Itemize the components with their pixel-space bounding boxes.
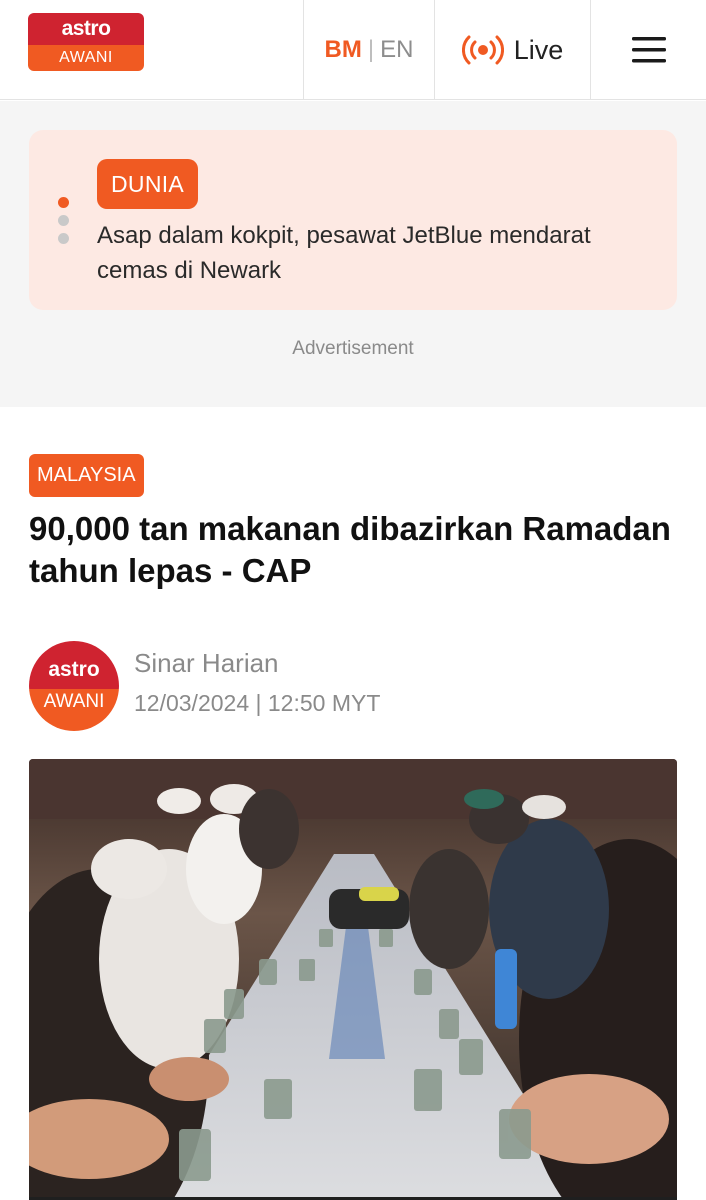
broadcast-icon <box>461 35 504 65</box>
avatar-bottom-text: AWANI <box>29 689 119 731</box>
ticker-dot[interactable] <box>58 215 69 226</box>
logo-top-text: astro <box>28 13 144 45</box>
article-time: 12:50 MYT <box>267 690 381 716</box>
ticker-headline[interactable]: Asap dalam kokpit, pesawat JetBlue menda… <box>97 218 657 288</box>
ticker-dot-active[interactable] <box>58 197 69 208</box>
article-date: 12/03/2024 <box>134 690 250 716</box>
author-name[interactable]: Sinar Harian <box>134 648 279 679</box>
advertisement-label: Advertisement <box>292 338 414 359</box>
article-category-badge[interactable]: MALAYSIA <box>29 454 144 497</box>
article-hero-image <box>29 759 677 1200</box>
article-title: 90,000 tan makanan dibazirkan Ramadan ta… <box>29 510 671 589</box>
hamburger-menu-button[interactable] <box>591 0 706 100</box>
lang-bm-link[interactable]: BM <box>325 36 362 64</box>
dateline-separator: | <box>255 690 262 716</box>
iftar-photo-illustration <box>29 759 677 1200</box>
logo-bottom-text: AWANI <box>28 45 144 71</box>
site-header: astro AWANI BM | EN Live <box>0 0 706 100</box>
ticker-dot[interactable] <box>58 233 69 244</box>
live-button[interactable]: Live <box>435 0 590 100</box>
lang-en-link[interactable]: EN <box>380 36 413 64</box>
live-label: Live <box>513 34 564 65</box>
ticker-pagination <box>58 197 69 251</box>
author-avatar: astro AWANI <box>29 641 119 731</box>
hamburger-icon <box>631 37 666 63</box>
avatar-top-text: astro <box>29 641 119 689</box>
ticker-category-badge[interactable]: DUNIA <box>97 159 199 209</box>
language-switcher: BM | EN <box>304 0 434 100</box>
astro-awani-logo[interactable]: astro AWANI <box>28 13 144 71</box>
lang-separator: | <box>367 36 375 63</box>
article-dateline: 12/03/2024 | 12:50 MYT <box>134 690 380 717</box>
